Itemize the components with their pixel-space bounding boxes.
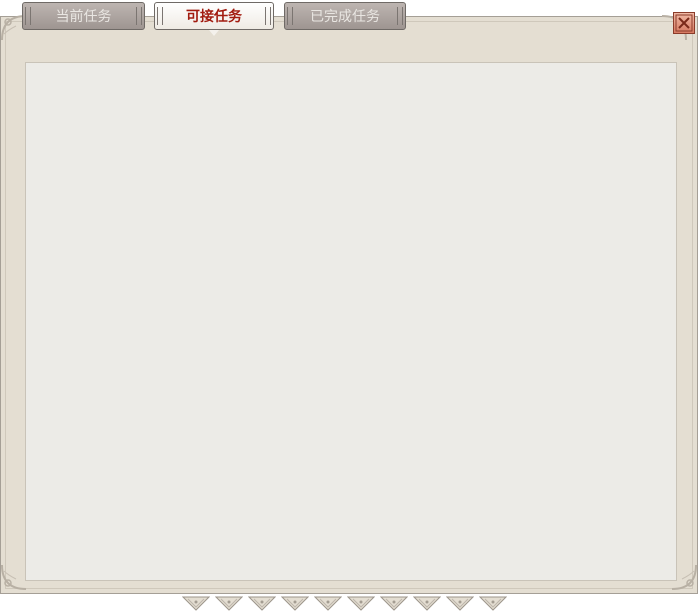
chevron-down-icon [380, 596, 408, 611]
chevron-down-icon [248, 596, 276, 611]
tab-label: 当前任务 [55, 9, 112, 25]
chevron-down-icon [413, 596, 441, 611]
tab-edge-ornament-icon [25, 7, 31, 25]
chevron-down-icon [347, 596, 375, 611]
page-marker-7[interactable] [380, 596, 408, 612]
tab-current-quests[interactable]: 当前任务 [22, 2, 145, 30]
page-marker-6[interactable] [347, 596, 375, 612]
chevron-down-icon [314, 596, 342, 611]
chevron-down-icon [479, 596, 507, 611]
close-x-icon [675, 14, 693, 32]
tab-completed-quests[interactable]: 已完成任务 [284, 2, 406, 30]
chevron-down-icon [182, 596, 210, 611]
page-marker-2[interactable] [215, 596, 243, 612]
corner-ornament-bottom-left-icon [0, 563, 28, 591]
tab-edge-ornament-icon [136, 7, 142, 25]
page-marker-3[interactable] [248, 596, 276, 612]
close-button[interactable] [673, 12, 695, 34]
chevron-down-icon [215, 596, 243, 611]
page-marker-10[interactable] [479, 596, 507, 612]
page-marker-5[interactable] [314, 596, 342, 612]
tab-edge-ornament-icon [397, 7, 403, 25]
corner-ornament-bottom-right-icon [670, 563, 698, 591]
quest-list-panel [25, 62, 677, 581]
page-indicator [182, 596, 522, 613]
quest-window [0, 16, 698, 594]
tab-edge-ornament-icon [265, 7, 271, 25]
tab-edge-ornament-icon [157, 7, 163, 25]
tab-available-quests[interactable]: 可接任务 [154, 2, 274, 36]
page-marker-9[interactable] [446, 596, 474, 612]
tab-edge-ornament-icon [287, 7, 293, 25]
tab-label: 可接任务 [186, 9, 242, 25]
active-tab-pointer-icon [209, 30, 219, 36]
page-marker-8[interactable] [413, 596, 441, 612]
tab-label: 已完成任务 [310, 9, 380, 25]
chevron-down-icon [446, 596, 474, 611]
chevron-down-icon [281, 596, 309, 611]
page-marker-4[interactable] [281, 596, 309, 612]
page-marker-1[interactable] [182, 596, 210, 612]
